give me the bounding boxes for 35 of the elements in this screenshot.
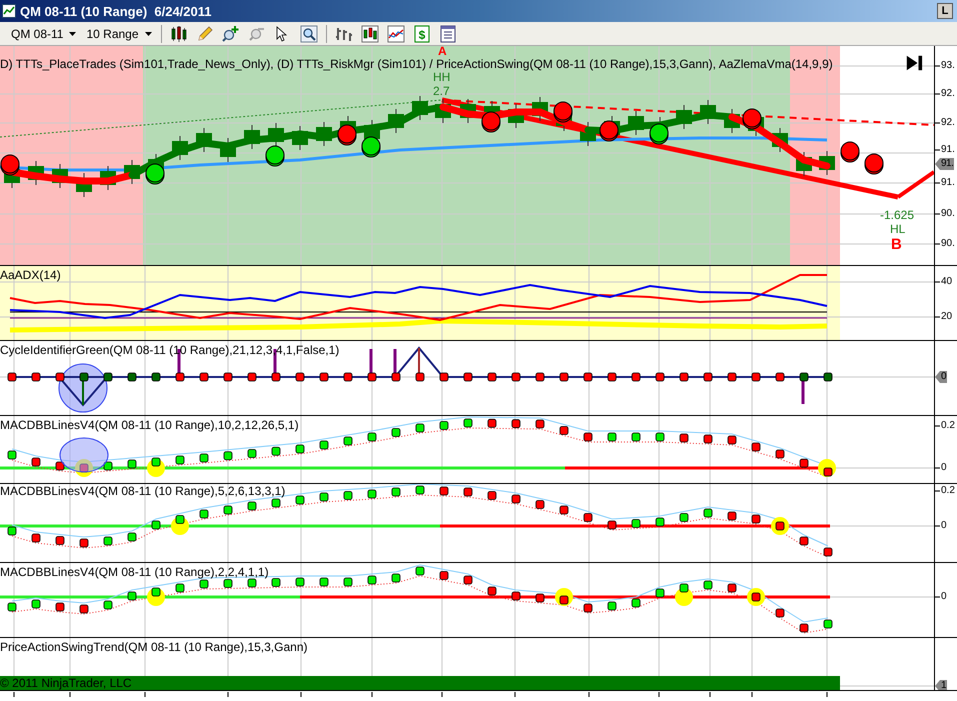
axis-label: 93. [941,60,955,72]
window-title: QM 08-11 (10 Range) 6/24/2011 [20,4,212,18]
indicator-label: CycleIdentifierGreen(QM 08-11 (10 Range),21,12,3,4,1,False,1) [0,343,340,357]
axis-label: 91. [941,144,955,156]
axis-label: 92. [941,88,955,100]
swing-point-label: B [891,238,902,252]
price-marker: 0 [935,371,948,383]
axis-label: 0 [941,591,947,603]
swing-type-label: HH [433,70,450,84]
indicator-label: MACDBBLinesV4(QM 08-11 (10 Range),5,2,6,13,3,1) [0,484,286,498]
axis-label: 0 [941,462,947,474]
swing-point-label: A [438,46,447,57]
swing-value-label: -1.625 [880,208,914,222]
price-marker: 1 [935,680,948,690]
indicator-label: D) TTTs_PlaceTrades (Sim101,Trade_News_Only), (D) TTTs_RiskMgr (Sim101) / PriceActionSwing(QM 08-11 (10 Range),15,3,Gann), AaZlemaVma(14,9,9) [0,57,833,71]
interval-dropdown[interactable]: 10 Range [83,24,155,42]
indicator-label: PriceActionSwingTrend(QM 08-11 (10 Range),15,3,Gann) [0,640,308,654]
indicator-label: AaADX(14) [0,268,61,282]
instrument-dropdown[interactable]: QM 08-11 [8,24,80,42]
swing-type-label: HL [890,222,906,236]
corner-button[interactable]: L [937,3,953,19]
swing-value-label: 2.7 [433,84,450,98]
indicator-label: MACDBBLinesV4(QM 08-11 (10 Range),2,2,4,1,1) [0,565,269,579]
copyright-bar: © 2011 NinjaTrader, LLC [0,676,840,690]
axis-label: 0.2 [941,420,955,432]
axis-label: 90. [941,238,955,250]
indicator-label: MACDBBLinesV4(QM 08-11 (10 Range),10,2,12,26,5,1) [0,418,299,432]
axis-label: 91. [941,177,955,189]
price-marker: 91. [935,158,954,170]
axis-label: 92. [941,117,955,129]
axis-label: 0 [941,520,947,532]
axis-label: 20 [941,311,952,323]
axis-label: 0.2 [941,485,955,497]
axis-label: 40 [941,276,952,288]
axis-label: 90. [941,208,955,220]
